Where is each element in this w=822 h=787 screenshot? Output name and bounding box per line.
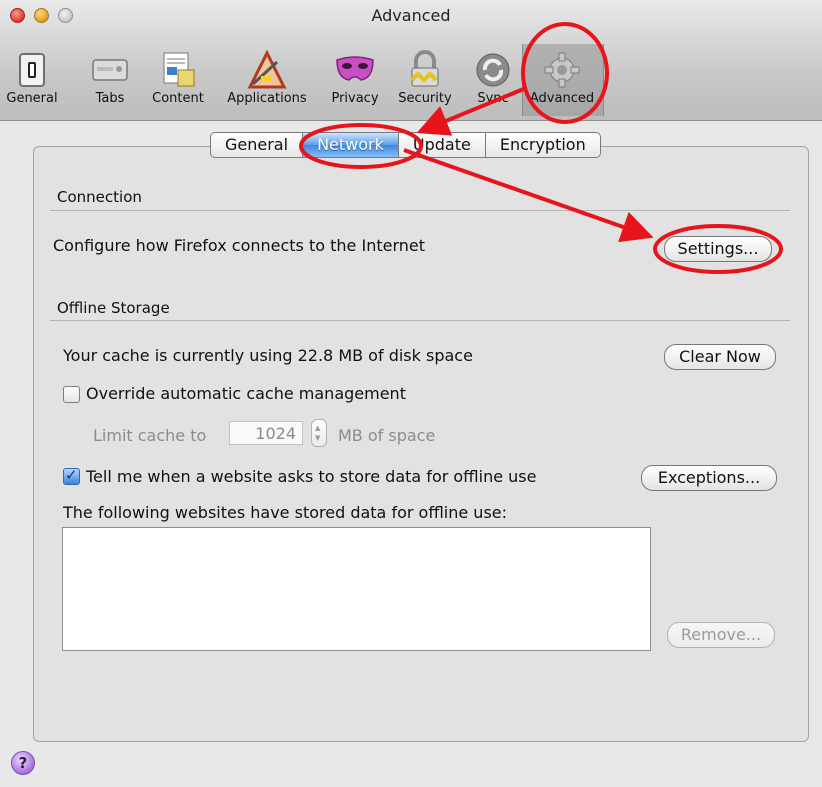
annotation-overlay [299, 22, 783, 274]
annotation-arrow-to-network [416, 86, 527, 136]
annotation-circle-advanced [521, 22, 609, 124]
annotation-circle-settings [653, 224, 783, 274]
annotation-arrow-to-settings [403, 148, 654, 243]
annotation-circle-network [299, 123, 423, 169]
